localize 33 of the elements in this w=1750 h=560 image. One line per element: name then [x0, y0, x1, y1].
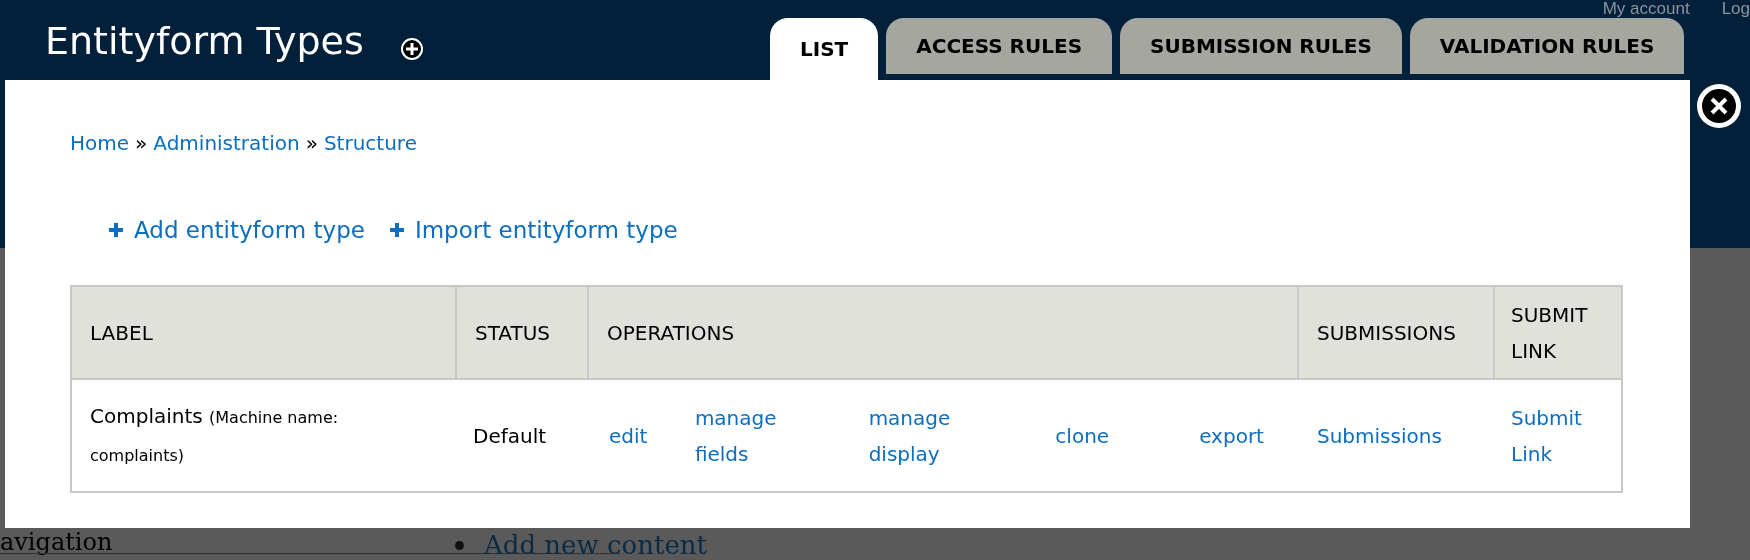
tab[interactable]: ACCESS RULES [886, 18, 1113, 74]
operation-link[interactable]: edit [609, 417, 648, 454]
operation-link[interactable]: clone [1055, 417, 1110, 454]
breadcrumb-separator: » [305, 130, 318, 157]
bullet-icon [455, 541, 464, 550]
column-header: SUBMIT LINK [1511, 301, 1589, 365]
submit-link[interactable]: Submit Link [1511, 399, 1581, 472]
tab[interactable]: LIST [770, 18, 879, 80]
tab[interactable]: SUBMISSION RULES [1120, 18, 1402, 74]
user-link[interactable]: My account [1602, 0, 1690, 17]
status-text: Default [473, 423, 547, 448]
user-link[interactable]: Log [1721, 0, 1750, 17]
column-header: SUBMISSIONS [1317, 319, 1456, 347]
plus-icon [388, 222, 405, 239]
column-header: OPERATIONS [607, 319, 735, 347]
label-text: Complaints (Machine name: complaints) [90, 402, 340, 467]
operation-link[interactable]: export [1199, 417, 1264, 454]
tab[interactable]: VALIDATION RULES [1409, 18, 1685, 74]
breadcrumb-link[interactable]: Administration [153, 128, 300, 158]
breadcrumb-link[interactable]: Home [70, 128, 130, 158]
breadcrumb-link[interactable]: Structure [323, 128, 417, 158]
action-link[interactable]: Import entityform type [388, 213, 678, 248]
sidebar-heading: avigation [0, 528, 113, 556]
plus-icon [108, 222, 124, 239]
column-header: STATUS [475, 319, 551, 347]
submissions-link[interactable]: Submissions [1317, 423, 1442, 448]
page-title: Entityform Types [45, 22, 364, 60]
action-link[interactable]: Add entityform type [108, 213, 365, 248]
column-header: LABEL [90, 319, 153, 347]
operation-link[interactable]: manage fields [694, 399, 795, 472]
close-icon[interactable] [1696, 83, 1742, 129]
operation-link[interactable]: manage display [868, 399, 969, 472]
breadcrumb-separator: » [135, 130, 148, 157]
